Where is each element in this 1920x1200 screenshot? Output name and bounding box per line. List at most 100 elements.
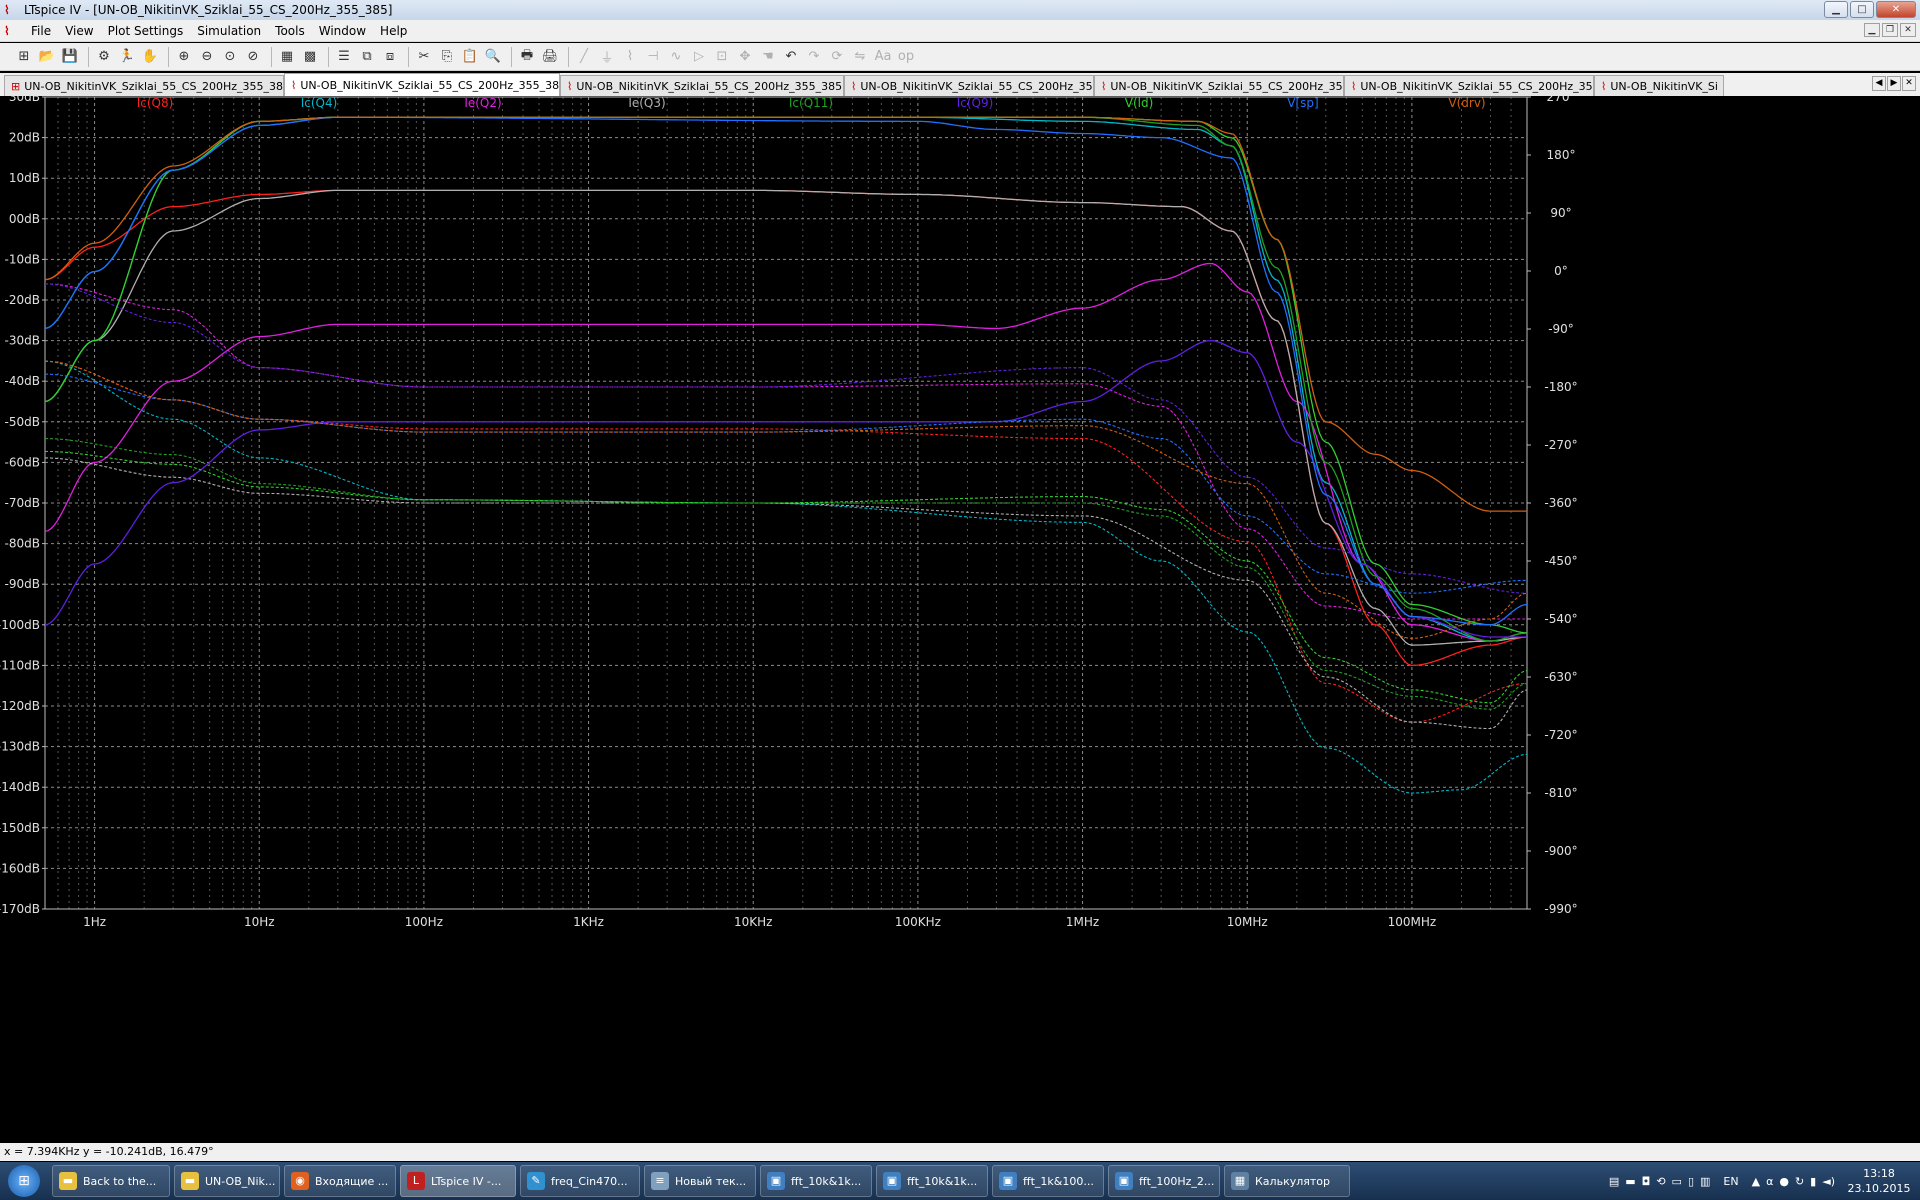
zoom-out-button[interactable]: ⊖	[197, 47, 217, 67]
mdi-restore-button[interactable]: ❐	[1882, 23, 1898, 37]
clock-date: 23.10.2015	[1847, 1182, 1911, 1195]
y2-tick-label: 180°	[1547, 148, 1576, 162]
undo-button[interactable]: ↶	[781, 47, 801, 67]
legend-ic-q9[interactable]: Ic(Q9)	[957, 96, 994, 110]
tab-6[interactable]: ⌇UN-OB_NikitinVK_Sziklai_55_CS_200Hz_355…	[1344, 75, 1594, 96]
show-hidden-icon[interactable]: ▲	[1752, 1175, 1760, 1188]
taskbar-item-9[interactable]: ▣ fft_1k&100...	[992, 1165, 1104, 1197]
mdi-minimize-button[interactable]: ▁	[1864, 23, 1880, 37]
open-button[interactable]: 📂	[37, 47, 57, 67]
ground-button[interactable]: ⏚	[597, 47, 617, 67]
cascade-button[interactable]: ⧈	[380, 47, 400, 67]
taskbar-item-3[interactable]: ◉ Входящие ...	[284, 1165, 396, 1197]
menu-file[interactable]: File	[24, 24, 58, 38]
waveform-plot[interactable]: 30dB 20dB 10dB 00dB -10dB -20dB -30dB -40dB -50d…	[0, 96, 1920, 1136]
spice-directive-button[interactable]: op	[896, 47, 916, 67]
taskbar-item-4[interactable]: L LTspice IV -...	[400, 1165, 516, 1197]
menu-window[interactable]: Window	[312, 24, 373, 38]
printer-icon[interactable]: ▭	[1672, 1175, 1682, 1188]
legend-ic-q4[interactable]: Ic(Q4)	[301, 96, 338, 110]
close-button[interactable]: ✕	[1876, 1, 1916, 18]
component-button[interactable]: ⊡	[712, 47, 732, 67]
zoom-cancel-button[interactable]: ⊘	[243, 47, 263, 67]
legend-v-drv[interactable]: V(drv)	[1448, 96, 1485, 110]
control-panel-button[interactable]: ⚙	[94, 47, 114, 67]
clock[interactable]: 13:18 23.10.2015	[1844, 1166, 1914, 1196]
taskbar-item-6[interactable]: ≡ Новый тек...	[644, 1165, 756, 1197]
tab-2[interactable]: ⌇ UN-OB_NikitinVK_Sziklai_55_CS_200Hz_355…	[284, 73, 560, 96]
legend-ic-q11[interactable]: Ic(Q11)	[789, 96, 833, 110]
tab-1[interactable]: ⊞ UN-OB_NikitinVK_Sziklai_55_CS_200Hz_355…	[4, 75, 284, 96]
language-indicator[interactable]: EN	[1723, 1175, 1738, 1188]
tab-5[interactable]: ⌇UN-OB_NikitinVK_Sziklai_55_CS_200Hz_355…	[1094, 75, 1344, 96]
taskbar-item-11[interactable]: ▦ Калькулятор	[1224, 1165, 1350, 1197]
alpha-icon[interactable]: α	[1766, 1175, 1773, 1188]
taskbar-item-8[interactable]: ▣ fft_10k&1k...	[876, 1165, 988, 1197]
x-tick-label: 1Hz	[83, 915, 106, 929]
menu-help[interactable]: Help	[373, 24, 414, 38]
save-button[interactable]: 💾	[60, 47, 80, 67]
legend-v-ld[interactable]: V(ld)	[1125, 96, 1154, 110]
update-icon[interactable]: ↻	[1795, 1175, 1804, 1188]
cut-button[interactable]: ✂	[414, 47, 434, 67]
new-schematic-button[interactable]: ⊞	[14, 47, 34, 67]
document-icon[interactable]: ⌇	[4, 23, 20, 39]
move-button[interactable]: ✥	[735, 47, 755, 67]
halt-button[interactable]: ✋	[140, 47, 160, 67]
tab-scroll-left-button[interactable]: ◀	[1872, 76, 1886, 91]
resistor-button[interactable]: ⌇	[620, 47, 640, 67]
zoom-fit-button[interactable]: ⊙	[220, 47, 240, 67]
legend-v-sp[interactable]: V[sp]	[1287, 96, 1318, 110]
trash-icon[interactable]: ▥	[1700, 1175, 1710, 1188]
shield-tray-icon[interactable]: ●	[1779, 1175, 1789, 1188]
rotate-button[interactable]: ⟳	[827, 47, 847, 67]
find-button[interactable]: 🔍	[483, 47, 503, 67]
taskbar-item-5[interactable]: ✎ freq_Cin470...	[520, 1165, 640, 1197]
text-button[interactable]: Aa	[873, 47, 893, 67]
legend-ie-q3[interactable]: Ie(Q3)	[628, 96, 665, 110]
tile-horizontal-button[interactable]: ☰	[334, 47, 354, 67]
tab-3[interactable]: ⌇ UN-OB_NikitinVK_Sziklai_55_CS_200Hz_355…	[560, 75, 844, 96]
menu-tools[interactable]: Tools	[268, 24, 312, 38]
tab-close-button[interactable]: ✕	[1902, 76, 1916, 91]
power-icon[interactable]: ▮	[1810, 1175, 1816, 1188]
taskbar-item-1[interactable]: ▬ Back to the...	[52, 1165, 170, 1197]
start-button[interactable]: ⊞	[0, 1162, 48, 1200]
taskbar-item-2[interactable]: ▬ UN-OB_Nik...	[174, 1165, 280, 1197]
menu-plot-settings[interactable]: Plot Settings	[101, 24, 191, 38]
run-button[interactable]: 🏃	[117, 47, 137, 67]
legend-ie-q2[interactable]: Ie(Q2)	[464, 96, 501, 110]
capacitor-button[interactable]: ⊣	[643, 47, 663, 67]
maximize-button[interactable]: □	[1850, 1, 1874, 18]
minimize-button[interactable]: ▁	[1824, 1, 1848, 18]
mdi-close-button[interactable]: ✕	[1900, 23, 1916, 37]
zoom-in-button[interactable]: ⊕	[174, 47, 194, 67]
grid-button[interactable]: ▩	[300, 47, 320, 67]
tile-vertical-button[interactable]: ⧉	[357, 47, 377, 67]
volume-icon[interactable]: ◄)	[1822, 1175, 1835, 1188]
taskbar-item-7[interactable]: ▣ fft_10k&1k...	[760, 1165, 872, 1197]
paste-button[interactable]: 📋	[460, 47, 480, 67]
menu-simulation[interactable]: Simulation	[190, 24, 268, 38]
mirror-button[interactable]: ⇋	[850, 47, 870, 67]
menu-view[interactable]: View	[58, 24, 100, 38]
print-button[interactable]: 🖨	[540, 47, 560, 67]
network-icon[interactable]: ▤	[1609, 1175, 1619, 1188]
tab-7[interactable]: ⌇ UN-OB_NikitinVK_Si	[1594, 75, 1724, 96]
copy-button[interactable]: ⎘	[437, 47, 457, 67]
diode-button[interactable]: ▷	[689, 47, 709, 67]
redo-button[interactable]: ↷	[804, 47, 824, 67]
chat-icon[interactable]: ◘	[1642, 1175, 1651, 1188]
wire-button[interactable]: ╱	[574, 47, 594, 67]
legend-ic-q8[interactable]: Ic(Q8)	[137, 96, 174, 110]
display-icon[interactable]: ▯	[1688, 1175, 1694, 1188]
autorange-button[interactable]: ▦	[277, 47, 297, 67]
tab-scroll-right-button[interactable]: ▶	[1887, 76, 1901, 91]
taskbar-item-10[interactable]: ▣ fft_100Hz_2...	[1108, 1165, 1220, 1197]
tab-4[interactable]: ⌇UN-OB_NikitinVK_Sziklai_55_CS_200Hz_355…	[844, 75, 1094, 96]
sync-icon[interactable]: ⟲	[1656, 1175, 1665, 1188]
print-preview-button[interactable]: 🖶	[517, 47, 537, 67]
drag-button[interactable]: ☚	[758, 47, 778, 67]
folder-tray-icon[interactable]: ▬	[1625, 1175, 1635, 1188]
inductor-button[interactable]: ∿	[666, 47, 686, 67]
